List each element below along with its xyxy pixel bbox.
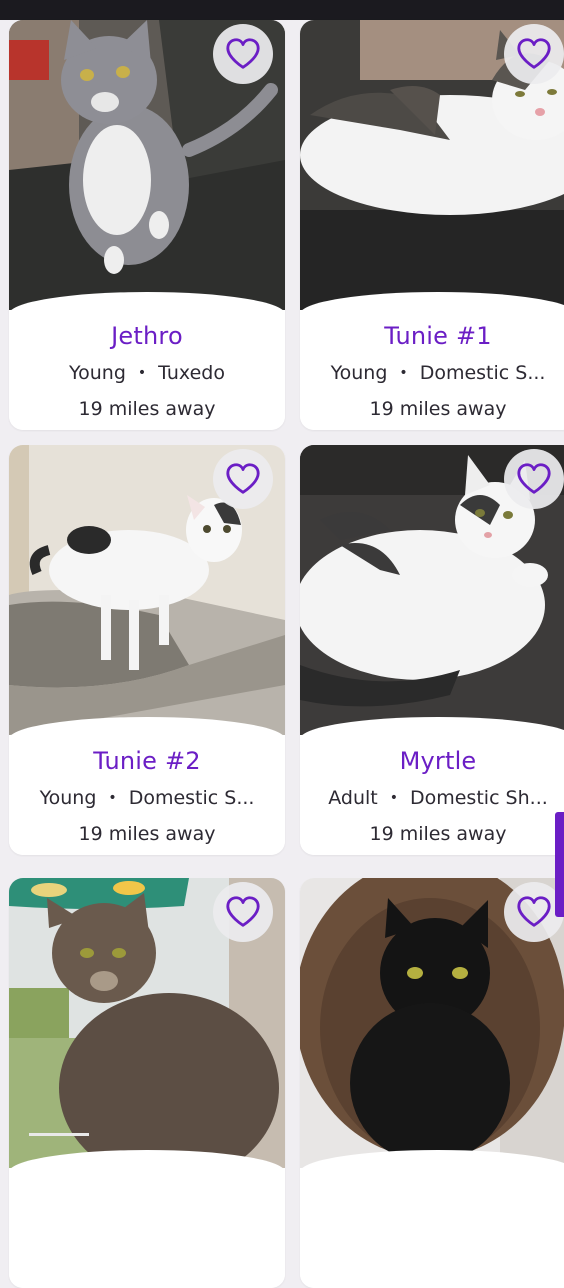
pet-info: Tunie #2 Young • Domestic S... 19 miles aw… — [9, 717, 285, 855]
pet-age: Young — [39, 787, 97, 809]
favorite-button[interactable] — [213, 449, 273, 509]
status-bar — [0, 0, 564, 20]
pet-breed: Domestic Sh... — [409, 787, 548, 809]
pet-breed: Domestic S... — [419, 362, 546, 384]
heart-outline-icon — [517, 38, 551, 69]
pet-distance: 19 miles away — [78, 398, 216, 420]
pet-card-myrtle[interactable]: Myrtle Adult • Domestic Sh... 19 miles awa… — [300, 445, 564, 855]
pet-info: Myrtle Adult • Domestic Sh... 19 miles awa… — [300, 717, 564, 855]
pet-distance: 19 miles away — [78, 823, 216, 845]
pet-info: Jethro Young • Tuxedo 19 miles away — [9, 292, 285, 430]
pet-name: Myrtle — [399, 747, 477, 775]
heart-outline-icon — [517, 463, 551, 494]
separator-dot: • — [108, 790, 117, 806]
pet-info — [9, 1150, 285, 1288]
pet-info: Tunie #1 Young • Domestic S... 19 miles aw… — [300, 292, 564, 430]
pet-attributes: Adult • Domestic Sh... — [310, 787, 564, 809]
pet-age: Young — [69, 362, 126, 384]
favorite-button[interactable] — [504, 24, 564, 84]
heart-outline-icon — [517, 896, 551, 927]
pet-card-tunie-2[interactable]: Tunie #2 Young • Domestic S... 19 miles aw… — [9, 445, 285, 855]
pet-info — [300, 1150, 564, 1288]
pet-breed: Tuxedo — [158, 362, 225, 384]
favorite-button[interactable] — [504, 449, 564, 509]
pet-attributes: Young • Domestic S... — [310, 362, 564, 384]
scrollbar-thumb[interactable] — [555, 812, 564, 917]
pet-attributes: Young • Domestic S... — [19, 787, 275, 809]
separator-dot: • — [399, 365, 408, 381]
pet-card-5[interactable] — [9, 878, 285, 1288]
pet-distance: 19 miles away — [369, 398, 507, 420]
pet-breed: Domestic S... — [128, 787, 255, 809]
pet-card-tunie-1[interactable]: Tunie #1 Young • Domestic S... 19 miles aw… — [300, 20, 564, 430]
pet-name: Tunie #1 — [384, 322, 492, 350]
favorite-button[interactable] — [213, 882, 273, 942]
pet-distance: 19 miles away — [369, 823, 507, 845]
pet-age: Adult — [328, 787, 378, 809]
heart-outline-icon — [226, 463, 260, 494]
pet-card-6[interactable] — [300, 878, 564, 1288]
pet-card-jethro[interactable]: Jethro Young • Tuxedo 19 miles away — [9, 20, 285, 430]
pet-name: Jethro — [111, 322, 183, 350]
favorite-button[interactable] — [213, 24, 273, 84]
separator-dot: • — [389, 790, 398, 806]
pet-age: Young — [330, 362, 388, 384]
pet-attributes: Young • Tuxedo — [19, 362, 275, 384]
separator-dot: • — [137, 365, 147, 381]
pet-name: Tunie #2 — [93, 747, 201, 775]
heart-outline-icon — [226, 896, 260, 927]
heart-outline-icon — [226, 38, 260, 69]
